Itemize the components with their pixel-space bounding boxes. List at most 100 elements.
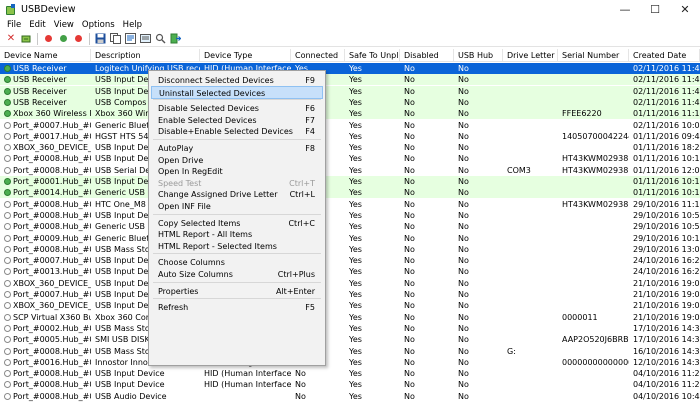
cell-drive-letter <box>503 221 558 232</box>
red-dot-icon[interactable] <box>41 32 55 46</box>
cell-drive-letter <box>503 278 558 289</box>
table-row[interactable]: Port_#0017.Hub_#0004HGST HTS 54YesNoNo14… <box>0 131 700 142</box>
red-dot-icon[interactable] <box>71 32 85 46</box>
table-row[interactable]: Port_#0007.Hub_#0003USB Input DeYesNoNo2… <box>0 255 700 266</box>
cell-safe-to-unplug: Yes <box>349 120 362 130</box>
table-row[interactable]: XBOX_360_DEVICE_00...USB Input DeYesNoNo… <box>0 142 700 153</box>
table-row[interactable]: XBOX_360_DEVICE_01...USB Input DeYesNoNo… <box>0 278 700 289</box>
table-row[interactable]: USB Receiver USB Input De Yes No No 02/11/201… <box>0 85 700 97</box>
table-row[interactable]: Port_#0005.Hub_#0003SMI USB DISKYesNoNoA… <box>0 334 700 345</box>
table-row[interactable]: Port_#0007.Hub_#0003USB Input DeYesNoNo2… <box>0 289 700 300</box>
cell-created-date: 29/10/2016 10:59:48 <box>633 222 700 232</box>
close-x-icon[interactable]: ✕ <box>4 32 18 46</box>
cell-disabled: No <box>404 391 415 401</box>
cell-safe-to-unplug: Yes <box>349 233 362 243</box>
minimize-button[interactable]: — <box>610 0 640 18</box>
device-name-text: Port_#0008.Hub_#0003 <box>13 244 91 254</box>
cell-description: USB Input Device <box>95 380 165 390</box>
copy-icon[interactable] <box>108 32 122 46</box>
col-description[interactable]: Description <box>91 49 200 62</box>
menu-help[interactable]: Help <box>119 20 146 30</box>
table-row[interactable]: Port_#0008.Hub_#0003USB Input DeYesNoNoH… <box>0 153 700 164</box>
table-row[interactable]: Port_#0008.Hub_#0003USB Serial DeYesNoNo… <box>0 165 700 176</box>
cell-safe-to-unplug: Yes <box>349 244 362 254</box>
menu-file[interactable]: File <box>3 20 25 30</box>
menu-item-refresh[interactable]: Refresh F5 <box>151 301 323 314</box>
col-connected[interactable]: Connected <box>291 49 345 62</box>
cell-usb-hub: No <box>458 86 469 96</box>
col-serial-number[interactable]: Serial Number <box>558 49 629 62</box>
table-row[interactable]: USB Receiver USB Compos Yes No No 02/11/2016 … <box>0 96 700 108</box>
html-report-icon[interactable] <box>123 32 137 46</box>
table-row[interactable]: Port_#0016.Hub_#0003Innostor Innostor US… <box>0 357 700 368</box>
device-name-text: XBOX_360_DEVICE_00... <box>13 143 91 153</box>
table-row[interactable]: Port_#0014.Hub_#0003Generic USBYesNoNo01… <box>0 187 700 199</box>
table-row[interactable]: Port_#0008.Hub_#0003 USB Input Device HID … <box>0 368 700 379</box>
cell-usb-hub: No <box>458 301 469 311</box>
col-safe-to-unplug[interactable]: Safe To Unpl... <box>345 49 400 62</box>
table-row[interactable]: Port_#0008.Hub_#0003USB Mass Storage Dev… <box>0 346 700 357</box>
col-device-name[interactable]: Device Name <box>0 49 91 62</box>
device-name-text: Port_#0009.Hub_#0003 <box>13 233 91 243</box>
menu-item-disable-enable-selected-devices[interactable]: Disable+Enable Selected Devices F4 <box>151 125 323 138</box>
table-row[interactable]: Port_#0008.Hub_#0003 USB Input Device HID … <box>0 379 700 390</box>
table-row[interactable]: Port_#0008.Hub_#0003 USB Audio Device No Ye… <box>0 391 700 402</box>
table-row[interactable]: Xbox 360 Wireless Rec...Xbox 360 WirYesN… <box>0 108 700 120</box>
cell-serial-number: 000000000000000064 <box>562 357 629 367</box>
menu-options[interactable]: Options <box>78 20 119 30</box>
close-button[interactable]: ✕ <box>670 0 700 18</box>
disconnected-device-icon <box>4 291 11 298</box>
disconnected-device-icon <box>4 144 11 152</box>
menu-item-auto-size-columns[interactable]: Auto Size Columns Ctrl+Plus <box>151 268 323 281</box>
menu-item-html-report-selected-items[interactable]: HTML Report - Selected Items <box>151 240 323 253</box>
cell-device-name: Port_#0008.Hub_#0003 <box>0 153 91 164</box>
table-row[interactable]: USB ReceiverLogitech Unifying USB receiv… <box>0 63 700 74</box>
save-icon[interactable] <box>93 32 107 46</box>
cell-device-type: HID (Human Interface D... <box>204 380 291 390</box>
menu-item-properties[interactable]: Properties Alt+Enter <box>151 285 323 298</box>
table-row[interactable]: XBOX_360_DEVICE_00...USB Input DeYesNoNo… <box>0 300 700 311</box>
cell-safe-to-unplug: Yes <box>349 109 362 119</box>
cell-safe-to-unplug: Yes <box>349 357 362 367</box>
exit-icon[interactable] <box>168 32 182 46</box>
cell-device-name: Port_#0002.Hub_#0003 <box>0 323 91 334</box>
maximize-button[interactable]: ☐ <box>640 0 670 18</box>
cell-usb-hub: No <box>458 131 469 141</box>
table-row[interactable]: Port_#0009.Hub_#0003Generic BluetYesNoNo… <box>0 233 700 244</box>
table-row[interactable]: Port_#0008.Hub_#0003USB Mass StoYesNoNo2… <box>0 244 700 255</box>
table-row[interactable]: SCP Virtual X360 Bus ...Xbox 360 CorYesN… <box>0 312 700 323</box>
table-row[interactable]: Port_#0001.Hub_#0006USB Input DeYesNoNo0… <box>0 176 700 187</box>
cell-drive-letter <box>503 108 558 119</box>
col-disabled[interactable]: Disabled <box>400 49 454 62</box>
menu-item-open-inf-file[interactable]: Open INF File <box>151 200 323 213</box>
col-usb-hub[interactable]: USB Hub <box>454 49 503 62</box>
properties-icon[interactable] <box>138 32 152 46</box>
table-row[interactable]: Port_#0007.Hub_#0003Generic BluetYesNoNo… <box>0 120 700 131</box>
table-row[interactable]: Port_#0008.Hub_#0003Generic USBYesNoNo29… <box>0 221 700 232</box>
col-drive-letter[interactable]: Drive Letter <box>503 49 558 62</box>
table-row[interactable]: Port_#0008.Hub_#0003USB Input DeYesNoNo2… <box>0 210 700 221</box>
table-row[interactable]: Port_#0013.Hub_#0003USB Input DeYesNoNo2… <box>0 266 700 277</box>
cell-disabled: No <box>404 357 415 367</box>
column-header: Device Name Description Device Type Conn… <box>0 49 700 62</box>
device-name-text: Port_#0001.Hub_#0006 <box>13 177 91 186</box>
cell-safe-to-unplug: Yes <box>349 86 362 96</box>
menu-view[interactable]: View <box>50 20 78 30</box>
col-device-type[interactable]: Device Type <box>200 49 291 62</box>
disconnect-icon[interactable] <box>19 32 33 46</box>
green-dot-icon[interactable] <box>56 32 70 46</box>
cell-usb-hub: No <box>458 357 469 367</box>
table-row[interactable]: Port_#0002.Hub_#0003USB Mass StoYesNoNo1… <box>0 323 700 334</box>
table-row[interactable]: USB Receiver USB Input De Yes No No 02/11/201… <box>0 74 700 86</box>
cell-device-name: Port_#0016.Hub_#0003 <box>0 357 91 368</box>
find-icon[interactable] <box>153 32 167 46</box>
menu-edit[interactable]: Edit <box>25 20 49 30</box>
cell-created-date: 29/10/2016 13:02:11 <box>633 244 700 254</box>
menu-item-uninstall-selected-devices[interactable]: Uninstall Selected Devices <box>151 85 323 99</box>
col-created-date[interactable]: Created Date <box>629 49 700 62</box>
cell-created-date: 02/11/2016 11:48:05 <box>633 64 700 73</box>
cell-usb-hub: No <box>458 346 469 356</box>
table-row[interactable]: Port_#0008.Hub_#0003HTC One_M8YesNoNoHT4… <box>0 199 700 210</box>
cell-device-type <box>200 391 291 402</box>
device-name-text: Port_#0008.Hub_#0003 <box>13 222 91 232</box>
